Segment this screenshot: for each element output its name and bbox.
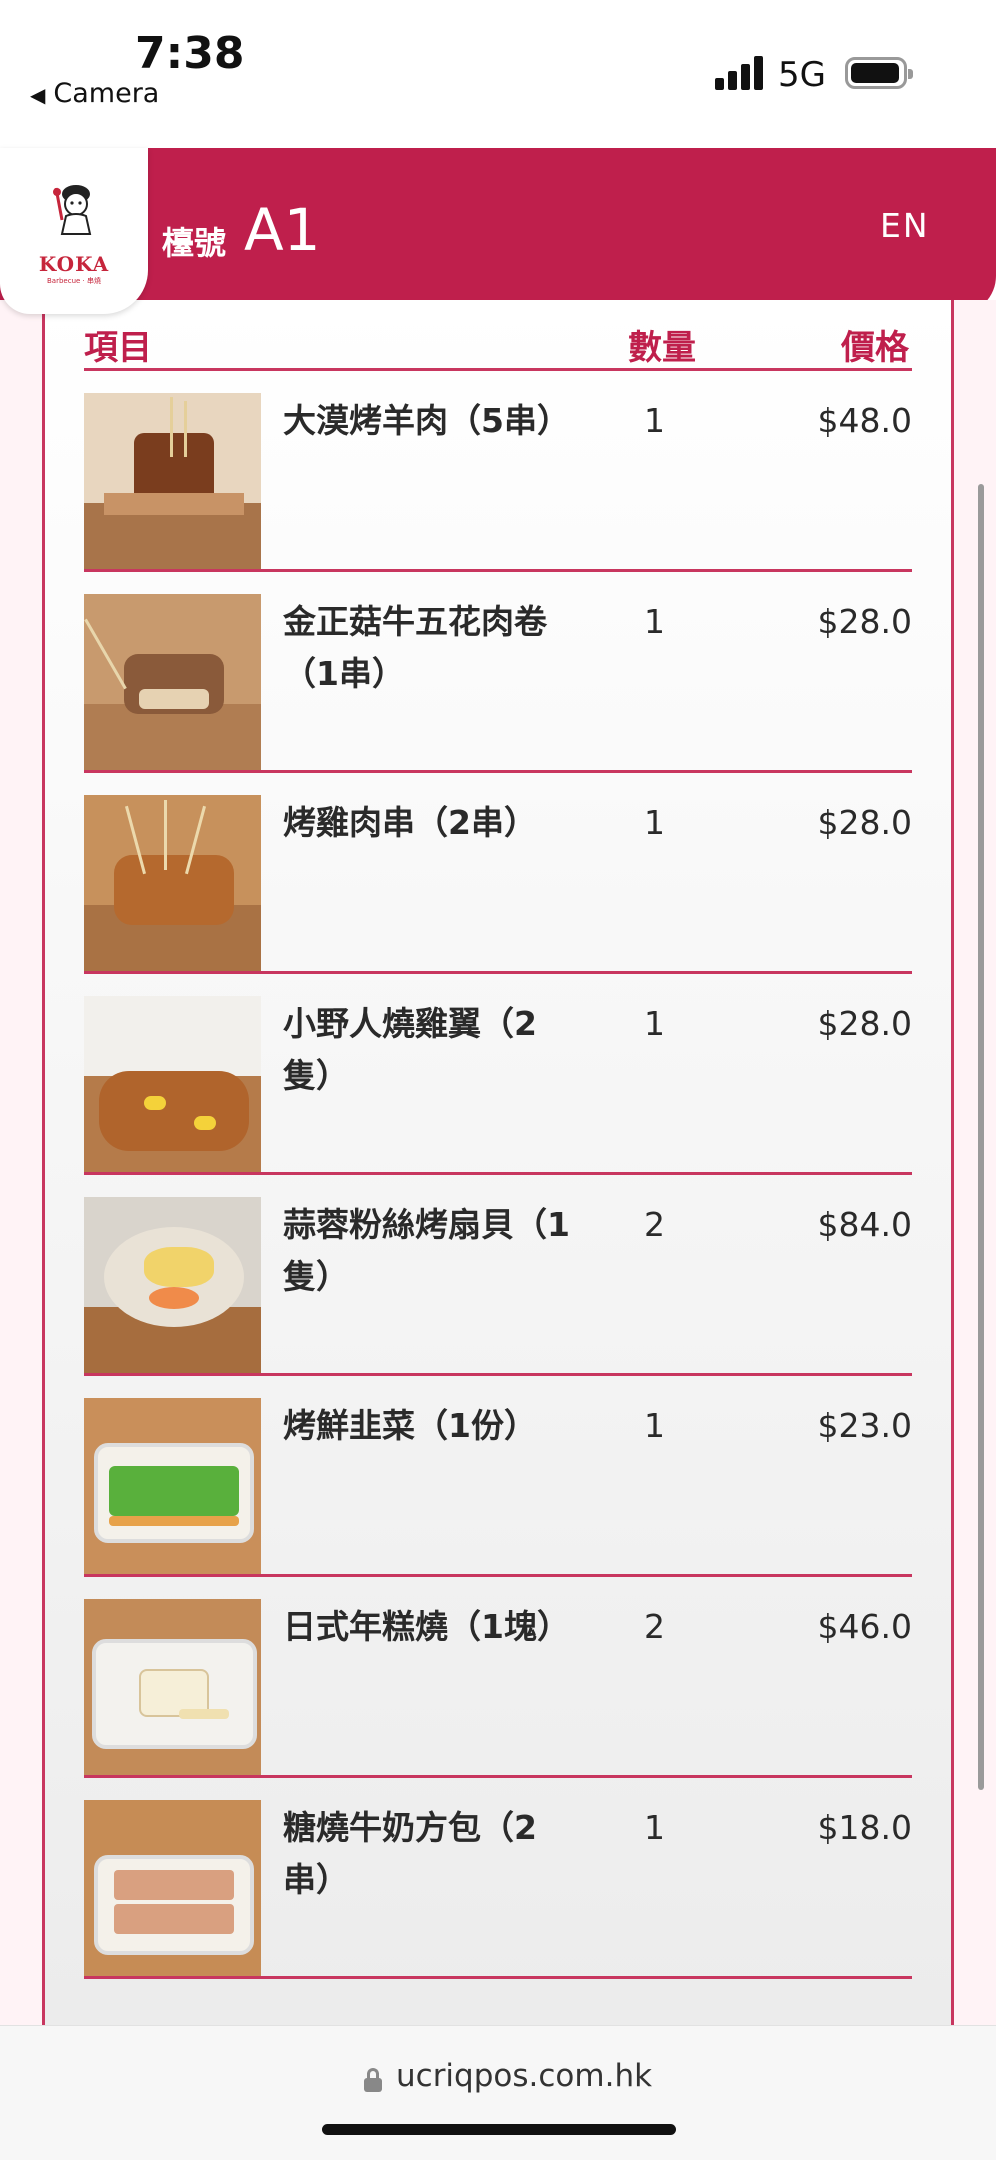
status-bar: 7:38 ◀ Camera 5G bbox=[0, 0, 996, 130]
logo-wordmark: KOKA bbox=[38, 252, 110, 276]
item-name: 大漠烤羊肉（5串） bbox=[283, 401, 570, 440]
restaurant-header bbox=[0, 148, 996, 314]
item-price: $18.0 bbox=[817, 1808, 912, 1847]
table-label: 檯號 bbox=[162, 224, 227, 262]
home-indicator[interactable] bbox=[322, 2124, 676, 2135]
item-price: $48.0 bbox=[817, 401, 912, 440]
url-text[interactable]: ucriqpos.com.hk bbox=[396, 2058, 652, 2094]
order-row: 烤鮮韭菜（1份） 1 $23.0 bbox=[84, 1376, 912, 1577]
chicken-wings-image bbox=[84, 996, 261, 1173]
back-to-camera-link[interactable]: ◀ Camera bbox=[30, 78, 159, 109]
table-number: A1 bbox=[244, 196, 321, 264]
chef-mascot-icon bbox=[53, 185, 92, 235]
row-divider bbox=[84, 1976, 912, 1979]
item-qty: 2 bbox=[644, 1205, 665, 1244]
item-name: 糖燒牛奶方包（2串） bbox=[283, 1808, 537, 1899]
item-qty: 1 bbox=[644, 1808, 665, 1847]
item-name: 日式年糕燒（1塊） bbox=[283, 1607, 570, 1646]
item-qty: 1 bbox=[644, 803, 665, 842]
item-qty: 1 bbox=[644, 401, 665, 440]
milk-toast-image bbox=[84, 1800, 261, 1977]
lock-icon bbox=[364, 2068, 382, 2092]
order-row: 大漠烤羊肉（5串） 1 $48.0 bbox=[84, 371, 912, 572]
item-price: $28.0 bbox=[817, 602, 912, 641]
item-price: $28.0 bbox=[817, 803, 912, 842]
item-qty: 1 bbox=[644, 1406, 665, 1445]
page-scrollbar[interactable] bbox=[978, 484, 984, 1790]
item-qty: 1 bbox=[644, 602, 665, 641]
cellular-signal-icon bbox=[715, 56, 765, 90]
order-row: 烤雞肉串（2串） 1 $28.0 bbox=[84, 773, 912, 974]
item-qty: 1 bbox=[644, 1004, 665, 1043]
order-row: 糖燒牛奶方包（2串） 1 $18.0 bbox=[84, 1778, 912, 1979]
item-name: 蒜蓉粉絲烤扇貝（1隻） bbox=[283, 1205, 570, 1296]
order-row: 金正菇牛五花肉卷（1串） 1 $28.0 bbox=[84, 572, 912, 773]
garlic-scallop-image bbox=[84, 1197, 261, 1374]
network-type: 5G bbox=[778, 55, 826, 95]
item-name: 小野人燒雞翼（2隻） bbox=[283, 1004, 537, 1095]
battery-icon bbox=[845, 57, 913, 89]
item-price: $46.0 bbox=[817, 1607, 912, 1646]
order-row: 小野人燒雞翼（2隻） 1 $28.0 bbox=[84, 974, 912, 1175]
item-name: 烤鮮韭菜（1份） bbox=[283, 1406, 537, 1445]
item-name: 金正菇牛五花肉卷（1串） bbox=[283, 602, 547, 693]
column-header-qty: 數量 bbox=[628, 328, 696, 368]
status-time: 7:38 bbox=[135, 28, 245, 79]
chives-image bbox=[84, 1398, 261, 1575]
beef-mushroom-roll-image bbox=[84, 594, 261, 771]
order-row: 日式年糕燒（1塊） 2 $46.0 bbox=[84, 1577, 912, 1778]
back-triangle-icon: ◀ bbox=[30, 83, 46, 107]
order-row: 蒜蓉粉絲烤扇貝（1隻） 2 $84.0 bbox=[84, 1175, 912, 1376]
back-camera-label: Camera bbox=[53, 78, 160, 109]
item-price: $28.0 bbox=[817, 1004, 912, 1043]
item-qty: 2 bbox=[644, 1607, 665, 1646]
lamb-skewers-image bbox=[84, 393, 261, 570]
item-name: 烤雞肉串（2串） bbox=[283, 803, 537, 842]
item-price: $84.0 bbox=[817, 1205, 912, 1244]
restaurant-logo: KOKA Barbecue · 串燒 bbox=[0, 148, 148, 314]
rice-cake-image bbox=[84, 1599, 261, 1776]
item-price: $23.0 bbox=[817, 1406, 912, 1445]
chicken-skewers-image bbox=[84, 795, 261, 972]
language-toggle-button[interactable]: EN bbox=[880, 206, 930, 245]
column-header-item: 項目 bbox=[84, 328, 152, 368]
logo-subtitle: Barbecue · 串燒 bbox=[47, 277, 101, 285]
column-header-price: 價格 bbox=[841, 328, 909, 368]
